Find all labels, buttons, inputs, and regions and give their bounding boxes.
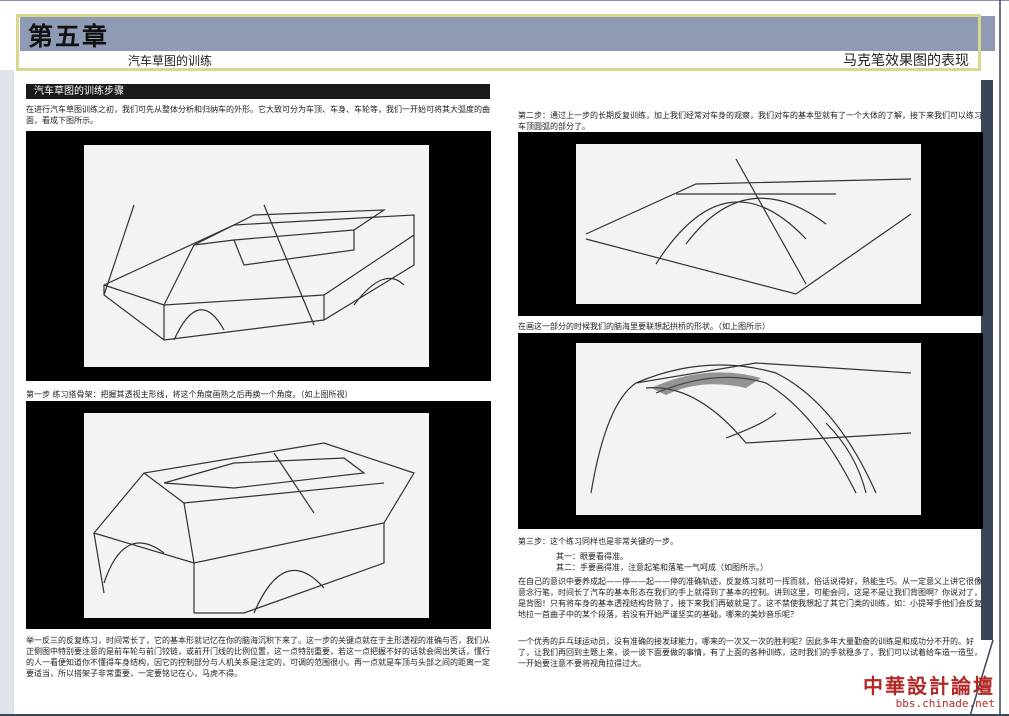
car-body-sketch (84, 413, 429, 618)
section-title: 汽车草图的训练步骤 (26, 84, 490, 99)
watermark: 中華設計論壇 bbs.chinade.net (863, 670, 995, 710)
intro-text: 在进行汽车草图训练之初，我们可先从整体分析和归纳车的外形。它大致可分为车顶、车身… (26, 105, 490, 125)
step3-text: 第三步：这个练习同样也是非常关键的一步。 (518, 537, 678, 546)
chapter-title: 第五章 (28, 22, 110, 51)
roof-arch-sketch (576, 144, 921, 304)
sketch-panel-1 (26, 131, 491, 381)
sketch-panel-4 (518, 333, 983, 529)
roof-detail-sketch (576, 343, 921, 515)
watermark-title: 中華設計論壇 (863, 674, 995, 698)
caption-2: 在画这一部分的时候我们的脑海里要联想起拱桥的形状。（如上图所示） (518, 322, 770, 331)
step2-text: 第二步：通过上一步的长期反复训练，加上我们经常对车身的观察，我们对车的基本型就有… (518, 111, 982, 131)
right-paragraph-2: 一个优秀的乒乓球运动员，没有准确的接发球能力，哪来的一次又一次的胜利呢？因此多年… (518, 637, 982, 668)
step1-caption: 第一步 练习搭骨架：把握其透视主形线，将这个角度画熟之后再换一个角度。（如上图所… (26, 390, 353, 399)
step3-item1: 其一：眼要看得准。 (556, 552, 628, 561)
car-box-sketch (84, 145, 429, 367)
top-border (0, 0, 1009, 1)
left-side-stripe (0, 70, 14, 716)
sketch-panel-2 (26, 401, 491, 629)
left-bottom-text: 举一反三的反复练习，时间常长了，它的基本形就记忆在你的脑海沉积下来了。这一步的关… (26, 636, 490, 678)
sketch-panel-3 (518, 132, 983, 316)
subtitle-left: 汽车草图的训练 (128, 54, 213, 68)
step3-item2: 其二：手要画得准，注意起笔和落笔一气呵成（如图所示。） (556, 563, 768, 572)
right-paragraph-1: 在自己的意识中要养成起——停——起——停的准确轨迹，反复练习就可一挥而就，俗话说… (518, 577, 982, 619)
